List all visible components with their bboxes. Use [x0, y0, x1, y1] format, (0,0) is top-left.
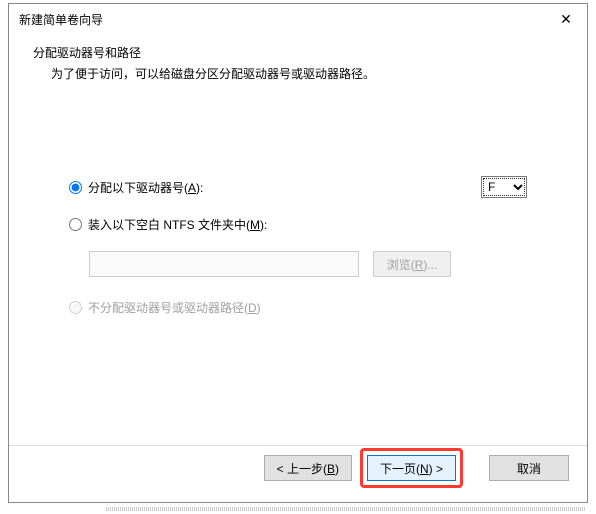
- no-assign-row: 不分配驱动器号或驱动器路径(D): [69, 299, 527, 316]
- close-icon: ✕: [560, 11, 572, 28]
- assign-letter-radio[interactable]: [69, 181, 82, 194]
- no-assign-radio: [69, 301, 82, 314]
- mount-ntfs-radio-label[interactable]: 装入以下空白 NTFS 文件夹中(M):: [69, 216, 267, 233]
- header-title: 分配驱动器号和路径: [33, 44, 575, 61]
- drive-letter-select[interactable]: F: [481, 176, 527, 198]
- dialog-title: 新建简单卷向导: [19, 11, 103, 28]
- header-description: 为了便于访问，可以给磁盘分区分配驱动器号或驱动器路径。: [33, 65, 575, 82]
- mount-ntfs-radio[interactable]: [69, 218, 82, 231]
- titlebar: 新建简单卷向导 ✕: [9, 4, 587, 34]
- assign-letter-row: 分配以下驱动器号(A): F: [69, 176, 527, 198]
- wizard-dialog: 新建简单卷向导 ✕ 分配驱动器号和路径 为了便于访问，可以给磁盘分区分配驱动器号…: [8, 3, 588, 503]
- back-button[interactable]: < 上一步(B): [264, 455, 352, 481]
- mount-ntfs-row: 装入以下空白 NTFS 文件夹中(M):: [69, 216, 527, 233]
- browse-button: 浏览(R)...: [373, 251, 451, 277]
- bottom-decoration: [106, 507, 586, 511]
- separator-line: [9, 445, 587, 446]
- button-bar: < 上一步(B) 下一页(N) > 取消: [264, 448, 569, 488]
- assign-letter-radio-label[interactable]: 分配以下驱动器号(A):: [69, 179, 203, 196]
- mount-path-row: 浏览(R)...: [89, 251, 527, 277]
- next-highlight: 下一页(N) >: [360, 448, 463, 488]
- cancel-button[interactable]: 取消: [489, 455, 569, 481]
- content-area: 分配以下驱动器号(A): F 装入以下空白 NTFS 文件夹中(M): 浏览(R…: [9, 86, 587, 354]
- header-section: 分配驱动器号和路径 为了便于访问，可以给磁盘分区分配驱动器号或驱动器路径。: [9, 34, 587, 86]
- next-button[interactable]: 下一页(N) >: [367, 455, 456, 481]
- close-button[interactable]: ✕: [545, 4, 587, 34]
- no-assign-text: 不分配驱动器号或驱动器路径(D): [88, 299, 261, 316]
- mount-ntfs-text: 装入以下空白 NTFS 文件夹中(M):: [88, 216, 267, 233]
- mount-path-input: [89, 251, 359, 277]
- assign-letter-text: 分配以下驱动器号(A):: [88, 179, 203, 196]
- no-assign-radio-label[interactable]: 不分配驱动器号或驱动器路径(D): [69, 299, 261, 316]
